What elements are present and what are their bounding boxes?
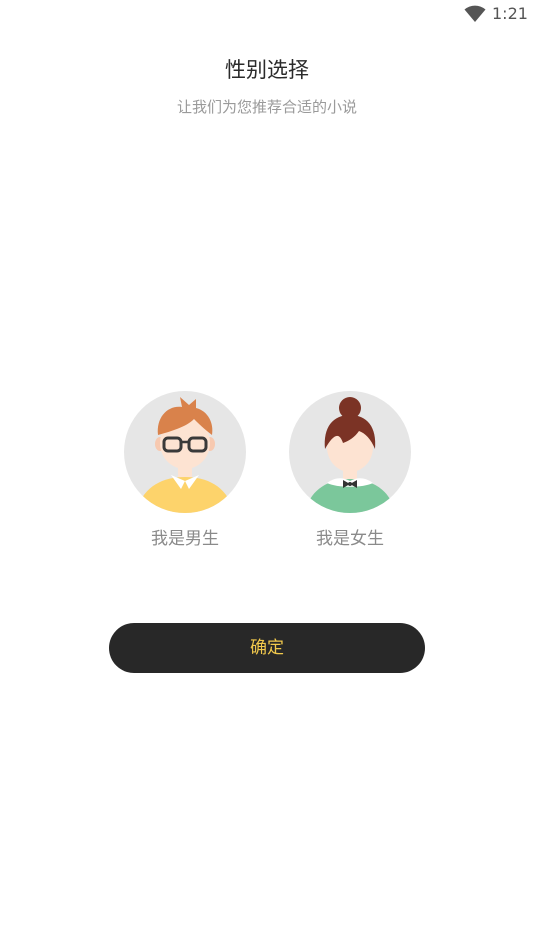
status-time: 1:21: [492, 4, 528, 23]
status-bar: 1:21: [0, 0, 534, 28]
female-avatar-icon: [289, 391, 411, 513]
female-option[interactable]: 我是女生: [289, 391, 411, 561]
male-option-label: 我是男生: [151, 529, 219, 549]
male-option[interactable]: 我是男生: [124, 391, 246, 561]
wifi-icon: [464, 5, 486, 22]
male-avatar-icon: [124, 391, 246, 513]
female-option-label: 我是女生: [316, 529, 384, 549]
page-subtitle: 让我们为您推荐合适的小说: [176, 98, 357, 116]
confirm-button[interactable]: 确定: [109, 623, 425, 673]
page-title: 性别选择: [225, 58, 309, 82]
